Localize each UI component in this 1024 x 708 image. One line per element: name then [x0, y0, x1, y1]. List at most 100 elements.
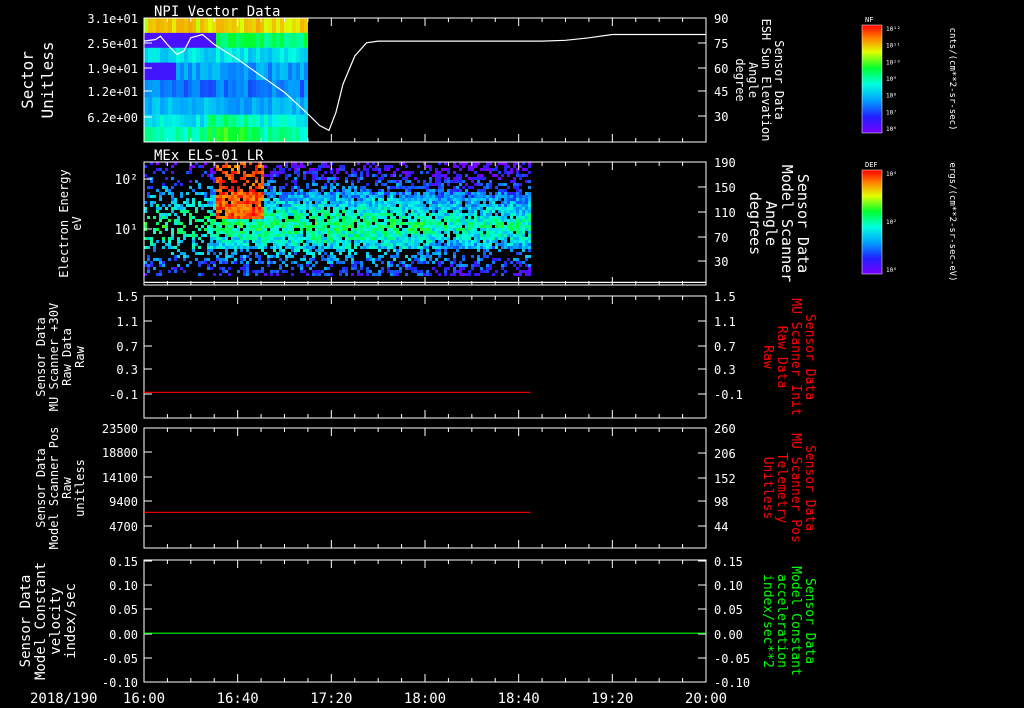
spectrogram-cell: [228, 219, 231, 222]
spectrogram-cell: [210, 246, 213, 249]
spectrogram-cell: [420, 252, 423, 255]
spectrogram-cell: [180, 204, 183, 207]
spectrogram-cell: [312, 210, 315, 213]
spectrogram-cell: [384, 210, 387, 213]
spectrogram-cell: [408, 171, 411, 174]
spectrogram-cell: [387, 192, 390, 195]
spectrogram-cell: [378, 237, 381, 240]
spectrogram-cell: [210, 177, 213, 180]
spectrogram-cell: [306, 192, 309, 195]
spectrogram-cell: [378, 273, 381, 276]
spectrogram-cell: [237, 186, 240, 189]
spectrogram-cell: [315, 243, 318, 246]
spectrogram-cell: [225, 186, 228, 189]
spectrogram-cell: [270, 207, 273, 210]
spectrogram-cell: [201, 240, 204, 243]
spectrogram-cell: [318, 243, 321, 246]
spectrogram-cell: [339, 216, 342, 219]
spectrogram-cell: [309, 258, 312, 261]
spectrogram-cell: [501, 201, 504, 204]
spectrogram-cell: [276, 273, 279, 276]
spectrogram-cell: [519, 231, 522, 234]
spectrogram-cell: [237, 246, 240, 249]
spectrogram-cell: [240, 231, 243, 234]
spectrogram-cell: [474, 243, 477, 246]
spectrogram-cell: [366, 210, 369, 213]
spectrogram-cell: [282, 201, 285, 204]
spectrogram-cell: [172, 97, 176, 116]
spectrogram-cell: [399, 246, 402, 249]
spectrogram-cell: [402, 264, 405, 267]
spectrogram-cell: [306, 240, 309, 243]
spectrogram-cell: [426, 234, 429, 237]
date-label: 2018/190: [30, 691, 97, 707]
spectrogram-cell: [222, 216, 225, 219]
spectrogram-cell: [387, 249, 390, 252]
spectrogram-cell: [336, 261, 339, 264]
spectrogram-cell: [477, 249, 480, 252]
spectrogram-cell: [228, 210, 231, 213]
spectrogram-cell: [519, 174, 522, 177]
spectrogram-cell: [192, 240, 195, 243]
spectrogram-cell: [152, 80, 156, 98]
spectrogram-cell: [405, 186, 408, 189]
spectrogram-cell: [453, 201, 456, 204]
spectrogram-cell: [477, 237, 480, 240]
spectrogram-cell: [516, 195, 519, 198]
spectrogram-cell: [387, 240, 390, 243]
spectrogram-cell: [188, 62, 192, 81]
spectrogram-cell: [333, 228, 336, 231]
right-tick-label: 44: [714, 520, 728, 534]
spectrogram-cell: [414, 267, 417, 270]
spectrogram-cell: [213, 198, 216, 201]
spectrogram-cell: [519, 165, 522, 168]
spectrogram-cell: [474, 219, 477, 222]
spectrogram-cell: [429, 168, 432, 171]
spectrogram-cell: [510, 198, 513, 201]
spectrogram-cell: [378, 270, 381, 273]
left-tick-label: 2.5e+01: [87, 37, 138, 51]
spectrogram-cell: [459, 234, 462, 237]
spectrogram-cell: [369, 195, 372, 198]
spectrogram-cell: [261, 261, 264, 264]
spectrogram-cell: [231, 180, 234, 183]
spectrogram-cell: [315, 273, 318, 276]
spectrogram-cell: [224, 18, 228, 34]
spectrogram-cell: [522, 228, 525, 231]
spectrogram-cell: [228, 231, 231, 234]
spectrogram-cell: [336, 246, 339, 249]
spectrogram-cell: [453, 255, 456, 258]
spectrogram-cell: [477, 174, 480, 177]
spectrogram-cell: [156, 127, 160, 143]
spectrogram-cell: [444, 273, 447, 276]
spectrogram-cell: [336, 177, 339, 180]
spectrogram-cell: [384, 222, 387, 225]
spectrogram-cell: [300, 47, 304, 64]
spectrogram-cell: [189, 180, 192, 183]
spectrogram-cell: [294, 183, 297, 186]
spectrogram-cell: [288, 237, 291, 240]
spectrogram-cell: [236, 114, 240, 128]
spectrogram-cell: [498, 225, 501, 228]
spectrogram-cell: [255, 186, 258, 189]
spectrogram-cell: [270, 228, 273, 231]
spectrogram-cell: [285, 243, 288, 246]
spectrogram-cell: [513, 213, 516, 216]
spectrogram-cell: [423, 210, 426, 213]
panel-4: 235001880014100940047002602061529844Sens…: [34, 422, 817, 549]
spectrogram-cell: [426, 201, 429, 204]
spectrogram-cell: [441, 225, 444, 228]
spectrogram-cell: [180, 32, 184, 49]
spectrogram-cell: [360, 264, 363, 267]
spectrogram-cell: [504, 261, 507, 264]
spectrogram-cell: [324, 204, 327, 207]
spectrogram-cell: [255, 228, 258, 231]
spectrogram-cell: [309, 228, 312, 231]
spectrogram-cell: [375, 243, 378, 246]
spectrogram-cell: [306, 273, 309, 276]
left-tick-label: 0.3: [116, 363, 138, 377]
spectrogram-cell: [459, 180, 462, 183]
spectrogram-cell: [237, 171, 240, 174]
spectrogram-cell: [333, 222, 336, 225]
spectrogram-cell: [411, 186, 414, 189]
